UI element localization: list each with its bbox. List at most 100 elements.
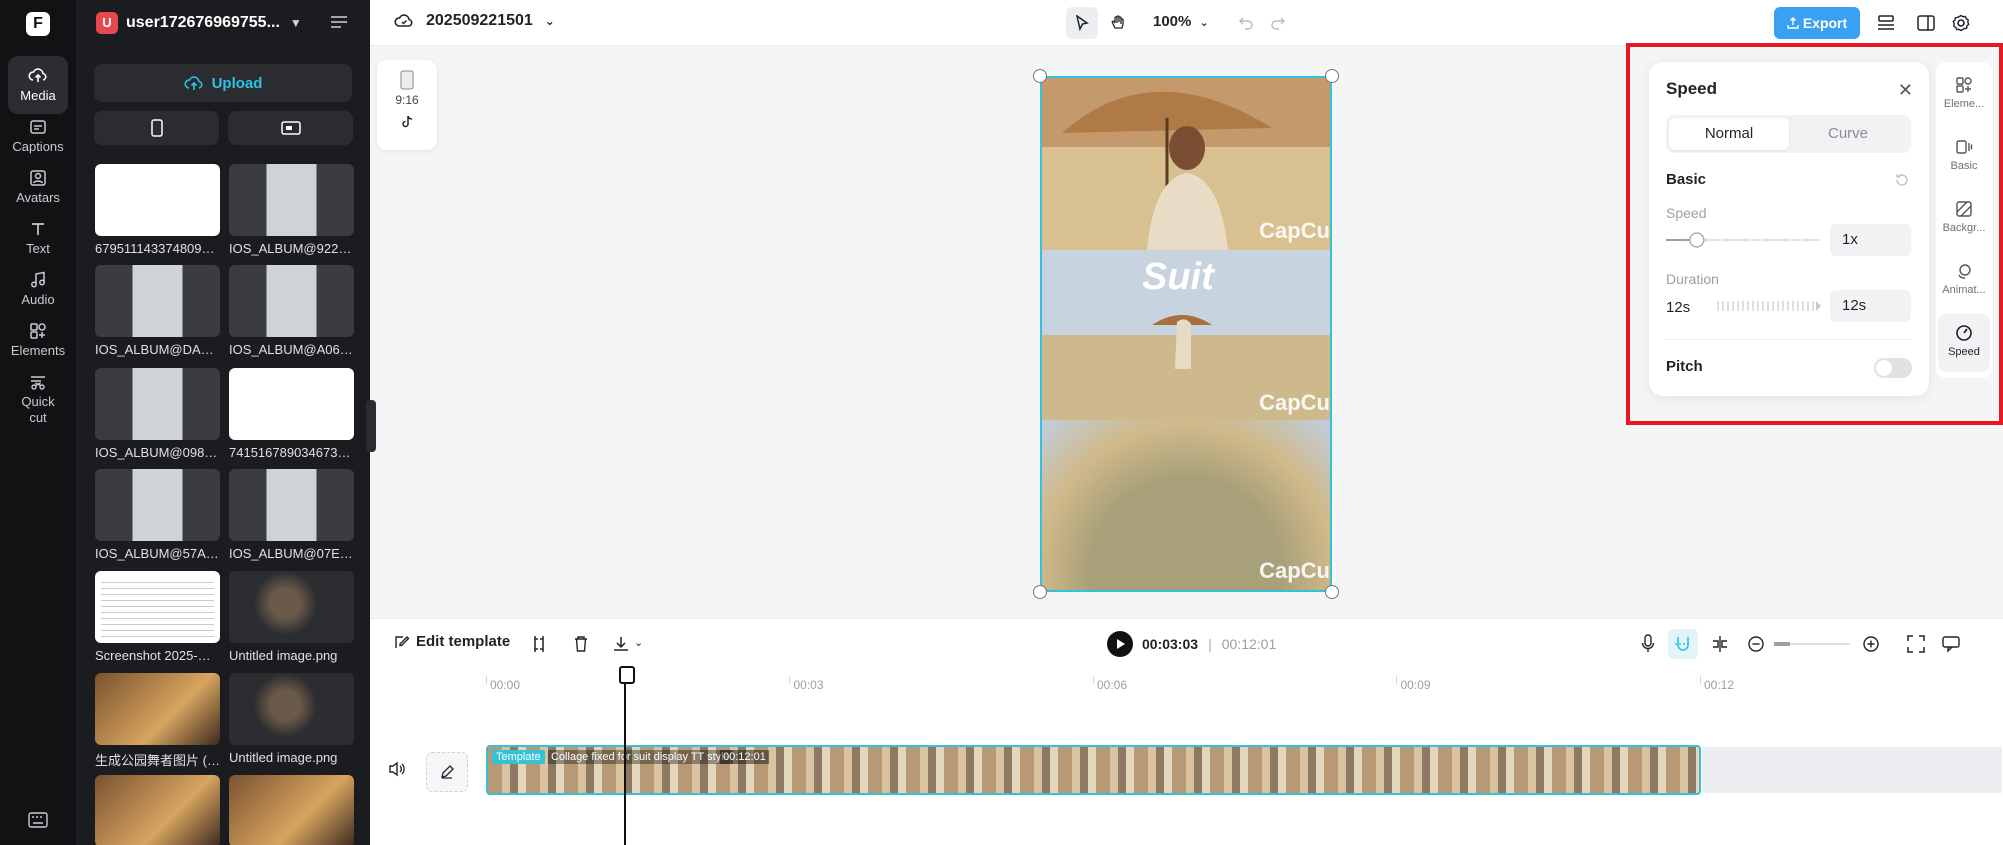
- project-title[interactable]: 202509221501 ⌄: [394, 12, 555, 30]
- layers-button[interactable]: [1870, 7, 1902, 39]
- overlay-title: Suit: [1142, 256, 1214, 298]
- zoom-value: 100%: [1153, 13, 1192, 30]
- app-logo[interactable]: F: [26, 12, 50, 36]
- rail-item-captions[interactable]: Captions: [8, 107, 68, 165]
- media-item[interactable]: Untitled image.png: [229, 673, 354, 765]
- layout-icon: [1917, 15, 1935, 31]
- media-item[interactable]: Untitled image.png: [229, 571, 354, 663]
- split-icon[interactable]: [532, 635, 546, 653]
- canvas-preview[interactable]: CapCu Suit CapCu CapCu: [1040, 76, 1332, 592]
- capcut-watermark-2: CapCu: [1259, 390, 1330, 415]
- zoom-in-icon[interactable]: [1862, 635, 1880, 653]
- trash-icon[interactable]: [573, 635, 589, 653]
- ruler-tick: [789, 676, 791, 684]
- undo-button[interactable]: [1230, 7, 1262, 39]
- user-menu[interactable]: U user172676969755... ▼: [96, 10, 302, 36]
- cloud-upload-icon: [28, 68, 47, 82]
- rail-item-elements[interactable]: Elements: [8, 311, 68, 369]
- phone-view-button[interactable]: [94, 111, 219, 145]
- download-icon[interactable]: [612, 635, 630, 653]
- settings-button[interactable]: [1945, 7, 1977, 39]
- reset-icon[interactable]: [1895, 173, 1909, 187]
- speed-value-field[interactable]: 1x: [1830, 224, 1911, 256]
- panel-layout-button[interactable]: [1910, 7, 1942, 39]
- media-item[interactable]: IOS_ALBUM@DAA…: [95, 265, 220, 357]
- avatar: U: [96, 12, 118, 34]
- tab-elements[interactable]: Eleme...: [1938, 66, 1990, 124]
- edit-track-button[interactable]: [426, 752, 468, 792]
- tab-speed-label: Speed: [1948, 346, 1980, 358]
- panel-menu-icon[interactable]: [330, 14, 348, 30]
- panel-resize-handle[interactable]: [366, 400, 376, 452]
- rail-item-text[interactable]: Text: [8, 209, 68, 267]
- zoom-slider[interactable]: [1774, 642, 1850, 646]
- zoom-select[interactable]: 100% ⌄: [1153, 13, 1209, 30]
- zoom-out-icon[interactable]: [1747, 635, 1765, 653]
- keyboard-icon[interactable]: [28, 812, 48, 828]
- rail-item-avatars[interactable]: Avatars: [8, 158, 68, 216]
- duration-value-field[interactable]: 12s: [1830, 290, 1911, 322]
- redo-icon: [1271, 17, 1285, 30]
- pitch-toggle[interactable]: [1874, 358, 1912, 378]
- ruler-tick-label: 00:09: [1400, 678, 1431, 692]
- media-caption: IOS_ALBUM@57A…: [95, 545, 219, 561]
- hand-tool-button[interactable]: [1102, 7, 1134, 39]
- select-tool-button[interactable]: [1066, 7, 1098, 39]
- clip-title: Collage fixed for suit display TT style: [548, 750, 733, 764]
- play-button[interactable]: [1107, 631, 1133, 657]
- phone-icon: [150, 119, 163, 137]
- chevron-down-icon[interactable]: ⌄: [634, 636, 643, 649]
- tab-animation[interactable]: Animat...: [1938, 252, 1990, 310]
- edit-template-button[interactable]: Edit template: [394, 633, 510, 650]
- tab-curve[interactable]: Curve: [1788, 118, 1908, 150]
- microphone-icon[interactable]: [1641, 634, 1655, 654]
- split-screen-icon[interactable]: [1711, 635, 1729, 653]
- media-item[interactable]: [229, 774, 354, 845]
- playhead[interactable]: [619, 666, 635, 845]
- resize-handle-bl[interactable]: [1033, 585, 1047, 599]
- video-frame-3: CapCu: [1042, 420, 1330, 590]
- rail-item-media[interactable]: Media: [8, 56, 68, 114]
- monitor-icon: [280, 121, 301, 135]
- rail-item-audio[interactable]: Audio: [8, 260, 68, 318]
- redo-button[interactable]: [1262, 7, 1294, 39]
- resize-handle-tl[interactable]: [1033, 69, 1047, 83]
- close-icon[interactable]: ✕: [1898, 80, 1913, 101]
- template-clip[interactable]: Template Collage fixed for suit display …: [486, 745, 1701, 795]
- media-item[interactable]: IOS_ALBUM@098…: [95, 367, 220, 460]
- media-item[interactable]: [95, 774, 220, 845]
- media-item[interactable]: Screenshot 2025-…: [95, 571, 220, 663]
- pitch-label: Pitch: [1666, 358, 1703, 375]
- tab-basic[interactable]: Basic: [1938, 128, 1990, 186]
- media-item[interactable]: IOS_ALBUM@A061…: [229, 265, 354, 357]
- snap-button[interactable]: [1668, 629, 1698, 659]
- export-button[interactable]: Export: [1774, 7, 1860, 39]
- speed-slider[interactable]: [1666, 230, 1822, 250]
- edit-icon: [395, 635, 410, 648]
- animation-icon: [1958, 264, 1971, 279]
- duration-ruler[interactable]: [1716, 298, 1822, 314]
- rail-label-elements: Elements: [10, 343, 66, 358]
- resize-handle-br[interactable]: [1325, 585, 1339, 599]
- fit-screen-icon[interactable]: [1907, 635, 1925, 653]
- tab-speed[interactable]: Speed: [1938, 314, 1990, 372]
- aspect-ratio-card[interactable]: 9:16: [377, 60, 437, 150]
- magnet-icon: [1675, 637, 1691, 651]
- media-item[interactable]: 生成公园舞者图片 (…: [95, 673, 220, 769]
- desktop-view-button[interactable]: [228, 111, 353, 145]
- media-item[interactable]: 741516789034673…: [229, 367, 354, 460]
- resize-handle-tr[interactable]: [1325, 69, 1339, 83]
- media-item[interactable]: 679511143374809…: [95, 164, 220, 256]
- comment-icon[interactable]: [1942, 635, 1960, 653]
- media-panel: U user172676969755... ▼ Upload 679511143…: [76, 0, 376, 845]
- tab-normal[interactable]: Normal: [1669, 118, 1789, 150]
- media-item[interactable]: IOS_ALBUM@57A…: [95, 468, 220, 561]
- tab-background[interactable]: Backgr...: [1938, 190, 1990, 248]
- doc-lines: [101, 577, 214, 638]
- edit-template-label: Edit template: [416, 633, 511, 650]
- media-item[interactable]: IOS_ALBUM@07E…: [229, 468, 354, 561]
- volume-icon[interactable]: [388, 761, 406, 777]
- media-item[interactable]: IOS_ALBUM@9227…: [229, 164, 354, 256]
- upload-button[interactable]: Upload: [94, 64, 352, 102]
- rail-item-quick-cut[interactable]: Quick cut: [8, 362, 68, 438]
